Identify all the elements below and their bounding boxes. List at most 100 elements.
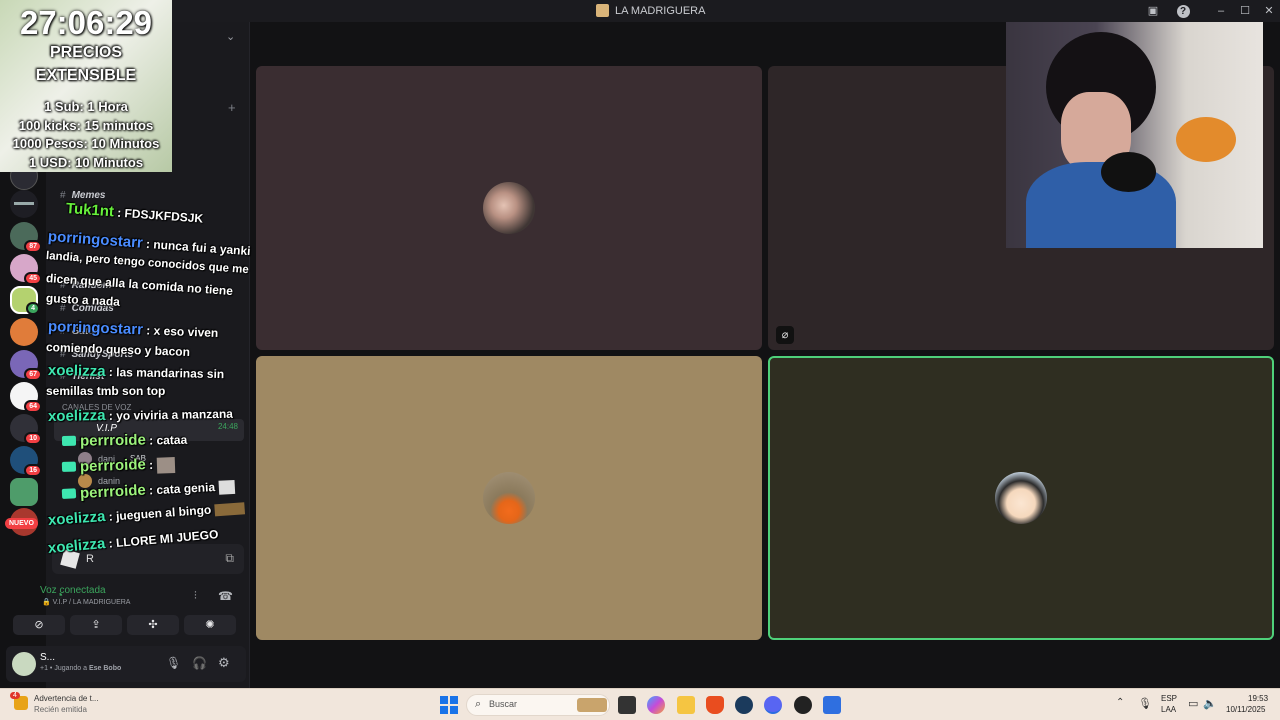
chat-user: perrroide	[79, 456, 147, 476]
webcam-microphone	[1101, 152, 1156, 192]
minimize-icon[interactable]: –	[1213, 3, 1229, 19]
activity-game: Ese Bobo	[88, 665, 122, 672]
close-icon[interactable]: ✕	[1261, 3, 1277, 19]
chat-message: semillas tmb son top	[46, 384, 165, 398]
microphone-icon[interactable]: 🎙	[166, 656, 181, 670]
search-placeholder: Buscar	[489, 699, 518, 709]
soundboard-button[interactable]: ✺	[184, 615, 236, 635]
disconnect-icon[interactable]: ☎	[218, 589, 233, 603]
voice-count-badge: 4	[26, 302, 40, 315]
taskbar-search[interactable]: ⌕ Buscar	[466, 694, 610, 716]
language-indicator[interactable]: ESP	[1161, 694, 1177, 703]
chat-text: : cataa	[145, 432, 188, 448]
stream-timer-panel: 27:06:29 PRECIOS EXTENSIBLE 1 Sub: 1 Hor…	[0, 0, 172, 172]
activity-label: R	[86, 553, 94, 565]
chevron-down-icon[interactable]: ⌄	[226, 30, 235, 43]
chat-text: : las mandarinas sin	[105, 365, 225, 382]
file-explorer-icon[interactable]	[677, 696, 695, 714]
unread-badge: 10	[24, 432, 42, 445]
screen-share-button[interactable]: ⇪	[70, 615, 122, 635]
notification-title[interactable]: Advertencia de t...	[34, 694, 98, 703]
chat-text: : cata genia	[145, 479, 216, 498]
keyboard-layout-indicator[interactable]: LAA	[1161, 705, 1176, 714]
soundboard-icon: ✺	[205, 619, 215, 631]
participant-tile-4-speaking[interactable]	[768, 356, 1274, 640]
help-icon[interactable]: ?	[1175, 3, 1191, 19]
prices-title: PRECIOS	[49, 44, 122, 61]
chat-text: :	[145, 457, 154, 473]
settings-gear-icon[interactable]: ⚙	[218, 655, 230, 671]
stream-icon[interactable]: ⧉	[225, 551, 234, 566]
user-avatar[interactable]	[12, 652, 36, 676]
server-icon[interactable]: 87	[10, 222, 42, 253]
chat-text: : yo viviria a manzana	[105, 406, 234, 423]
warning-app-icon[interactable]: 4	[10, 692, 28, 710]
chat-message: xoelizza : yo viviria a manzana	[48, 405, 233, 425]
chat-message: xoelizza : las mandarinas sin	[48, 362, 225, 382]
headphones-icon[interactable]: 🎧	[192, 656, 207, 670]
activities-button[interactable]: ✣	[127, 615, 179, 635]
brave-browser-icon[interactable]	[706, 696, 724, 714]
notification-subtitle: Recién emitida	[34, 705, 87, 714]
chat-badge-icon	[61, 461, 77, 472]
clock-date[interactable]: 10/11/2025	[1226, 705, 1265, 714]
chat-badge-icon	[61, 488, 77, 499]
user-name[interactable]: S...	[40, 652, 55, 663]
server-icon[interactable]: 45	[10, 254, 42, 285]
chat-emote-icon	[156, 456, 175, 474]
unread-badge: 45	[24, 272, 42, 285]
app-icon[interactable]	[823, 696, 841, 714]
participant-avatar	[483, 182, 535, 234]
chat-text: : x eso viven	[142, 323, 219, 340]
search-icon: ⌕	[475, 698, 482, 710]
copilot-icon[interactable]	[647, 696, 665, 714]
server-icon[interactable]	[10, 478, 38, 506]
voice-connected-label[interactable]: Voz conectada	[40, 585, 106, 596]
server-icon[interactable]: 64	[10, 382, 42, 413]
noise-suppression-icon[interactable]: ⫶	[194, 590, 197, 603]
server-icon[interactable]: 16	[10, 446, 42, 477]
network-icon[interactable]: ▭	[1188, 697, 1198, 710]
chat-user: perrroide	[79, 431, 146, 450]
server-icon[interactable]: 67	[10, 350, 42, 381]
windows-start-icon[interactable]	[440, 696, 458, 714]
participant-avatar	[995, 472, 1047, 524]
webcam-background-object	[1176, 117, 1236, 162]
webcam-overlay	[1006, 22, 1263, 248]
app-icon[interactable]	[794, 696, 812, 714]
server-icon-active[interactable]: 4	[10, 286, 40, 315]
server-icon[interactable]	[10, 318, 38, 346]
price-line: 1 Sub: 1 Hora	[44, 99, 128, 114]
participant-tile-1[interactable]	[256, 66, 762, 350]
hash-icon: #	[60, 190, 66, 201]
participant-tile-3[interactable]	[256, 356, 762, 640]
voice-channel-path[interactable]: 🔒 V.I.P / LA MADRIGUERA	[42, 598, 130, 606]
add-channel-icon[interactable]: +	[228, 100, 236, 115]
steam-icon[interactable]	[735, 696, 753, 714]
server-logo-icon	[596, 4, 609, 17]
activity-prefix: +1 • Jugando a	[40, 665, 89, 672]
chat-message: perrroide : cataa	[61, 431, 188, 450]
unread-badge: 67	[24, 368, 42, 381]
server-icon[interactable]: 10	[10, 414, 42, 445]
price-line: 100 kicks: 15 minutos	[18, 118, 154, 133]
camera-off-button[interactable]: ⊘	[13, 615, 65, 635]
volume-icon[interactable]: 🔈	[1203, 697, 1217, 710]
notification-count: 4	[10, 692, 20, 699]
camera-off-icon: ⊘	[34, 619, 44, 631]
server-icon[interactable]	[10, 190, 38, 218]
title-bar: LA MADRIGUERA ▣ ? – ☐ ✕	[0, 0, 1280, 22]
chat-text: semillas tmb son top	[46, 384, 166, 398]
clock-time[interactable]: 19:53	[1248, 694, 1268, 703]
search-highlight-image	[577, 698, 607, 712]
chat-emote-icon	[218, 479, 235, 495]
inbox-icon[interactable]: ▣	[1145, 3, 1161, 19]
chevron-up-icon[interactable]: ⌃	[1116, 697, 1124, 708]
chat-badge-icon	[61, 435, 77, 446]
microphone-tray-icon[interactable]: 🎙	[1138, 697, 1152, 710]
maximize-icon[interactable]: ☐	[1237, 3, 1253, 19]
task-view-icon[interactable]	[618, 696, 636, 714]
chat-user: xoelizza	[47, 362, 106, 381]
new-badge: NUEVO	[5, 518, 38, 529]
discord-icon[interactable]	[764, 696, 782, 714]
